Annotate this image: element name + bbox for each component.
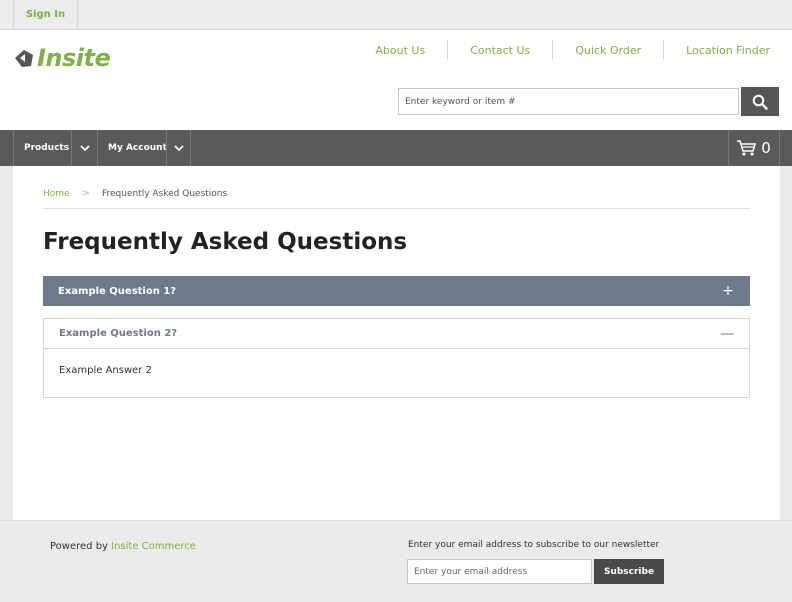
- logo-text: Insite: [37, 44, 111, 72]
- header: Insite About Us Contact Us Quick Order L…: [0, 30, 792, 130]
- nav-divider: [190, 130, 191, 166]
- search-icon: [752, 94, 768, 110]
- location-finder-link[interactable]: Location Finder: [663, 40, 770, 60]
- products-dropdown-toggle[interactable]: [72, 130, 97, 166]
- contact-us-link[interactable]: Contact Us: [447, 40, 552, 60]
- logo-mark-icon: [15, 50, 33, 67]
- my-account-dropdown-toggle[interactable]: [167, 130, 190, 166]
- nav-divider: [13, 130, 14, 166]
- powered-by-text: Powered by: [50, 541, 112, 552]
- search-button[interactable]: [741, 87, 779, 116]
- faq-answer: Example Answer 2: [59, 365, 152, 376]
- minus-icon: —: [720, 325, 734, 342]
- search-input[interactable]: [398, 88, 739, 115]
- subscribe-button[interactable]: Subscribe: [594, 559, 664, 584]
- chevron-down-icon: [173, 144, 184, 151]
- breadcrumb-current: Frequently Asked Questions: [101, 188, 228, 199]
- top-bar: Sign In: [0, 0, 792, 30]
- main-nav: Products My Account 0: [0, 130, 792, 166]
- faq-item-2-header[interactable]: Example Question 2? —: [44, 319, 749, 349]
- breadcrumb: Home > Frequently Asked Questions: [43, 188, 227, 199]
- newsletter-email-input[interactable]: [407, 559, 592, 584]
- footer: Powered by Insite Commerce Enter your em…: [0, 520, 792, 602]
- page-title: Frequently Asked Questions: [43, 229, 408, 255]
- cart-count: 0: [761, 139, 771, 157]
- faq-item-1-header[interactable]: Example Question 1? +: [43, 276, 750, 306]
- nav-my-account[interactable]: My Account: [108, 130, 167, 166]
- chevron-down-icon: [79, 144, 90, 151]
- nav-divider: [97, 130, 98, 166]
- breadcrumb-separator: >: [81, 188, 90, 199]
- about-us-link[interactable]: About Us: [353, 40, 447, 60]
- logo[interactable]: Insite: [13, 44, 111, 72]
- faq-question: Example Question 1?: [58, 285, 177, 297]
- main-content: Home > Frequently Asked Questions Freque…: [13, 166, 780, 520]
- breadcrumb-home-link[interactable]: Home: [43, 189, 70, 199]
- faq-item-2: Example Question 2? — Example Answer 2: [43, 318, 750, 398]
- plus-icon: +: [722, 283, 734, 299]
- breadcrumb-divider: [43, 208, 750, 209]
- top-links: About Us Contact Us Quick Order Location…: [353, 40, 770, 60]
- faq-question: Example Question 2?: [59, 328, 178, 339]
- insite-commerce-link[interactable]: Insite Commerce: [111, 541, 196, 552]
- sign-in-link[interactable]: Sign In: [13, 0, 78, 29]
- nav-products[interactable]: Products: [24, 130, 69, 166]
- cart-icon: [737, 140, 757, 156]
- quick-order-link[interactable]: Quick Order: [552, 40, 663, 60]
- powered-by: Powered by Insite Commerce: [50, 541, 196, 552]
- newsletter-label: Enter your email address to subscribe to…: [408, 540, 660, 550]
- cart-button[interactable]: 0: [728, 130, 780, 166]
